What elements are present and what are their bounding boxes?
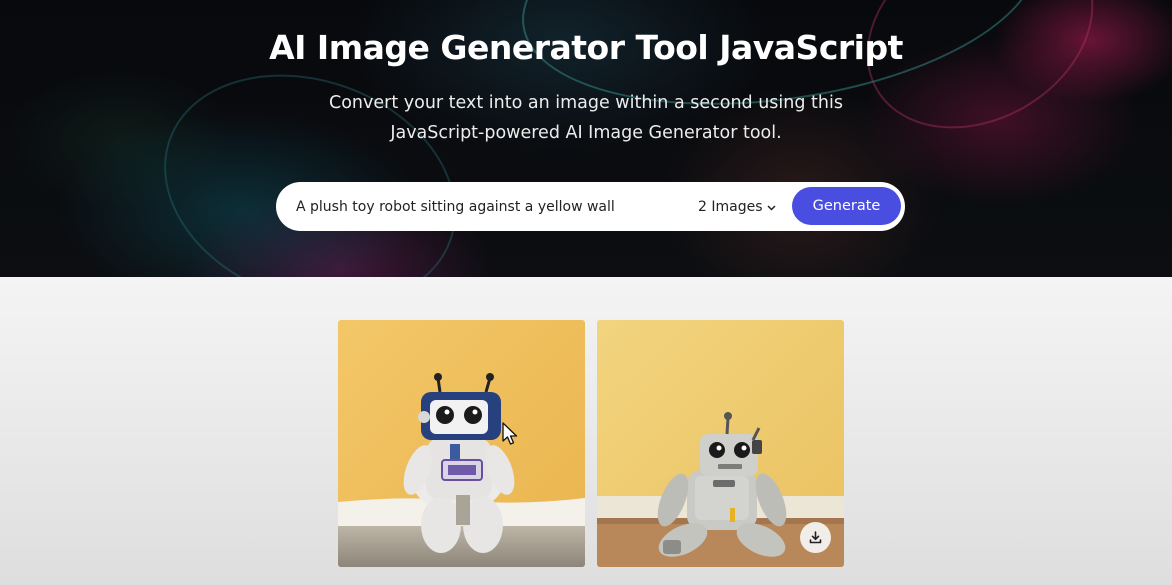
subtitle-line-2: JavaScript-powered AI Image Generator to… [390, 123, 782, 143]
download-icon [809, 531, 822, 544]
prompt-input[interactable] [296, 196, 686, 218]
hero-banner: AI Image Generator Tool JavaScript Conve… [0, 0, 1172, 277]
generated-image-card[interactable] [338, 320, 585, 567]
generate-button[interactable]: Generate [792, 187, 901, 225]
generated-image-card[interactable] [597, 320, 844, 567]
mouse-cursor-icon [502, 422, 518, 445]
subtitle-line-1: Convert your text into an image within a… [329, 93, 843, 113]
page-title: AI Image Generator Tool JavaScript [269, 28, 903, 67]
generated-image [338, 320, 585, 567]
image-count-select[interactable]: 2 Images [698, 197, 776, 217]
image-count-value: 2 Images [698, 199, 763, 215]
generate-form: 2 Images Generate [276, 182, 905, 231]
chevron-down-icon [766, 203, 776, 214]
page-subtitle: Convert your text into an image within a… [286, 88, 886, 148]
download-button[interactable] [800, 522, 831, 553]
